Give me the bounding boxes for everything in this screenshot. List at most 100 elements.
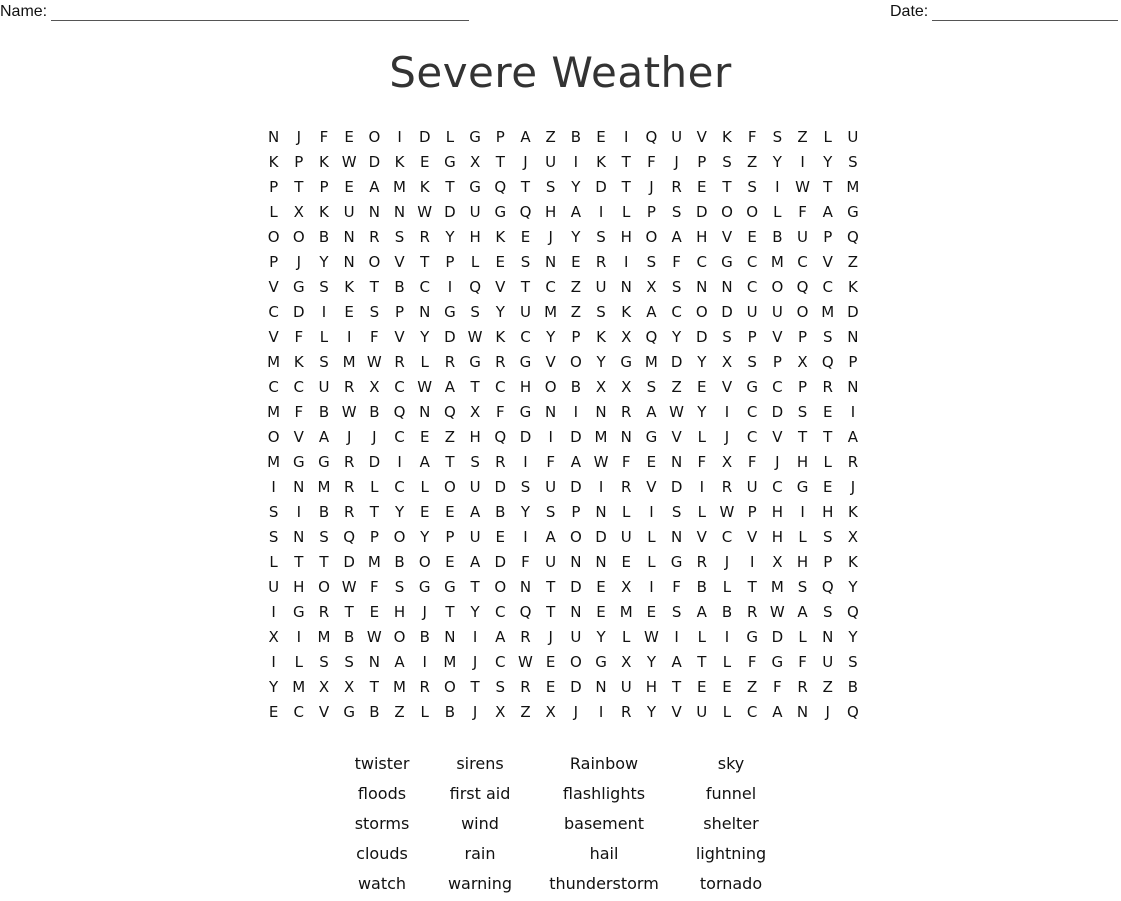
grid-letter[interactable]: V bbox=[689, 525, 714, 550]
grid-letter[interactable]: H bbox=[790, 450, 815, 475]
grid-letter[interactable]: I bbox=[437, 275, 462, 300]
grid-letter[interactable]: A bbox=[463, 550, 488, 575]
grid-letter[interactable]: M bbox=[840, 175, 865, 200]
grid-letter[interactable]: N bbox=[790, 700, 815, 725]
grid-letter[interactable]: A bbox=[488, 625, 513, 650]
grid-letter[interactable]: E bbox=[538, 675, 563, 700]
grid-letter[interactable]: E bbox=[337, 300, 362, 325]
grid-letter[interactable]: T bbox=[286, 550, 311, 575]
grid-letter[interactable]: U bbox=[815, 650, 840, 675]
grid-letter[interactable]: U bbox=[614, 525, 639, 550]
grid-letter[interactable]: O bbox=[387, 625, 412, 650]
grid-letter[interactable]: G bbox=[463, 350, 488, 375]
grid-letter[interactable]: T bbox=[488, 150, 513, 175]
grid-letter[interactable]: G bbox=[437, 575, 462, 600]
grid-letter[interactable]: T bbox=[463, 575, 488, 600]
grid-letter[interactable]: U bbox=[463, 475, 488, 500]
grid-letter[interactable]: A bbox=[311, 425, 336, 450]
grid-letter[interactable]: L bbox=[412, 475, 437, 500]
grid-letter[interactable]: N bbox=[412, 400, 437, 425]
grid-letter[interactable]: V bbox=[765, 425, 790, 450]
grid-letter[interactable]: N bbox=[538, 400, 563, 425]
grid-letter[interactable]: T bbox=[362, 675, 387, 700]
grid-letter[interactable]: N bbox=[714, 275, 739, 300]
grid-letter[interactable]: S bbox=[538, 175, 563, 200]
grid-letter[interactable]: K bbox=[311, 200, 336, 225]
grid-letter[interactable]: M bbox=[815, 300, 840, 325]
grid-letter[interactable]: D bbox=[513, 425, 538, 450]
grid-letter[interactable]: L bbox=[614, 500, 639, 525]
grid-letter[interactable]: T bbox=[513, 175, 538, 200]
grid-letter[interactable]: P bbox=[790, 325, 815, 350]
grid-letter[interactable]: D bbox=[689, 325, 714, 350]
grid-letter[interactable]: A bbox=[387, 650, 412, 675]
grid-letter[interactable]: S bbox=[840, 650, 865, 675]
grid-letter[interactable]: Y bbox=[840, 625, 865, 650]
grid-letter[interactable]: D bbox=[563, 425, 588, 450]
grid-letter[interactable]: R bbox=[337, 450, 362, 475]
grid-letter[interactable]: I bbox=[740, 550, 765, 575]
grid-letter[interactable]: M bbox=[311, 625, 336, 650]
grid-letter[interactable]: Y bbox=[563, 175, 588, 200]
grid-letter[interactable]: K bbox=[588, 150, 613, 175]
grid-letter[interactable]: J bbox=[765, 450, 790, 475]
grid-letter[interactable]: J bbox=[664, 150, 689, 175]
grid-letter[interactable]: Z bbox=[538, 125, 563, 150]
grid-letter[interactable]: I bbox=[563, 400, 588, 425]
grid-letter[interactable]: K bbox=[286, 350, 311, 375]
grid-letter[interactable]: D bbox=[588, 525, 613, 550]
grid-letter[interactable]: E bbox=[639, 450, 664, 475]
grid-letter[interactable]: V bbox=[639, 475, 664, 500]
grid-letter[interactable]: G bbox=[588, 650, 613, 675]
grid-letter[interactable]: I bbox=[714, 400, 739, 425]
grid-letter[interactable]: Y bbox=[412, 325, 437, 350]
grid-letter[interactable]: S bbox=[790, 400, 815, 425]
grid-letter[interactable]: S bbox=[311, 275, 336, 300]
grid-letter[interactable]: A bbox=[563, 200, 588, 225]
grid-letter[interactable]: C bbox=[740, 425, 765, 450]
grid-letter[interactable]: G bbox=[463, 125, 488, 150]
grid-letter[interactable]: Y bbox=[664, 325, 689, 350]
grid-letter[interactable]: W bbox=[362, 625, 387, 650]
grid-letter[interactable]: P bbox=[815, 550, 840, 575]
grid-letter[interactable]: H bbox=[639, 675, 664, 700]
grid-letter[interactable]: S bbox=[311, 350, 336, 375]
grid-letter[interactable]: D bbox=[765, 625, 790, 650]
grid-letter[interactable]: O bbox=[740, 200, 765, 225]
grid-letter[interactable]: S bbox=[714, 150, 739, 175]
grid-letter[interactable]: Q bbox=[840, 600, 865, 625]
grid-letter[interactable]: S bbox=[815, 525, 840, 550]
grid-letter[interactable]: K bbox=[714, 125, 739, 150]
grid-letter[interactable]: E bbox=[488, 250, 513, 275]
grid-letter[interactable]: O bbox=[488, 575, 513, 600]
grid-letter[interactable]: Y bbox=[815, 150, 840, 175]
grid-letter[interactable]: N bbox=[664, 450, 689, 475]
grid-letter[interactable]: S bbox=[311, 650, 336, 675]
grid-letter[interactable]: X bbox=[765, 550, 790, 575]
grid-letter[interactable]: I bbox=[286, 500, 311, 525]
grid-letter[interactable]: U bbox=[740, 475, 765, 500]
grid-letter[interactable]: Y bbox=[538, 325, 563, 350]
grid-letter[interactable]: A bbox=[513, 125, 538, 150]
grid-letter[interactable]: G bbox=[488, 200, 513, 225]
grid-letter[interactable]: K bbox=[261, 150, 286, 175]
grid-letter[interactable]: C bbox=[664, 300, 689, 325]
grid-letter[interactable]: L bbox=[790, 525, 815, 550]
grid-letter[interactable]: R bbox=[437, 350, 462, 375]
grid-letter[interactable]: L bbox=[714, 650, 739, 675]
grid-letter[interactable]: Y bbox=[488, 300, 513, 325]
grid-letter[interactable]: C bbox=[790, 250, 815, 275]
grid-letter[interactable]: O bbox=[362, 125, 387, 150]
grid-letter[interactable]: A bbox=[639, 300, 664, 325]
grid-letter[interactable]: I bbox=[261, 600, 286, 625]
grid-letter[interactable]: Y bbox=[387, 500, 412, 525]
grid-letter[interactable]: R bbox=[412, 675, 437, 700]
grid-letter[interactable]: G bbox=[286, 450, 311, 475]
grid-letter[interactable]: T bbox=[815, 175, 840, 200]
grid-letter[interactable]: Z bbox=[513, 700, 538, 725]
grid-letter[interactable]: I bbox=[840, 400, 865, 425]
grid-letter[interactable]: L bbox=[639, 550, 664, 575]
grid-letter[interactable]: T bbox=[689, 650, 714, 675]
grid-letter[interactable]: V bbox=[664, 425, 689, 450]
grid-letter[interactable]: L bbox=[261, 200, 286, 225]
